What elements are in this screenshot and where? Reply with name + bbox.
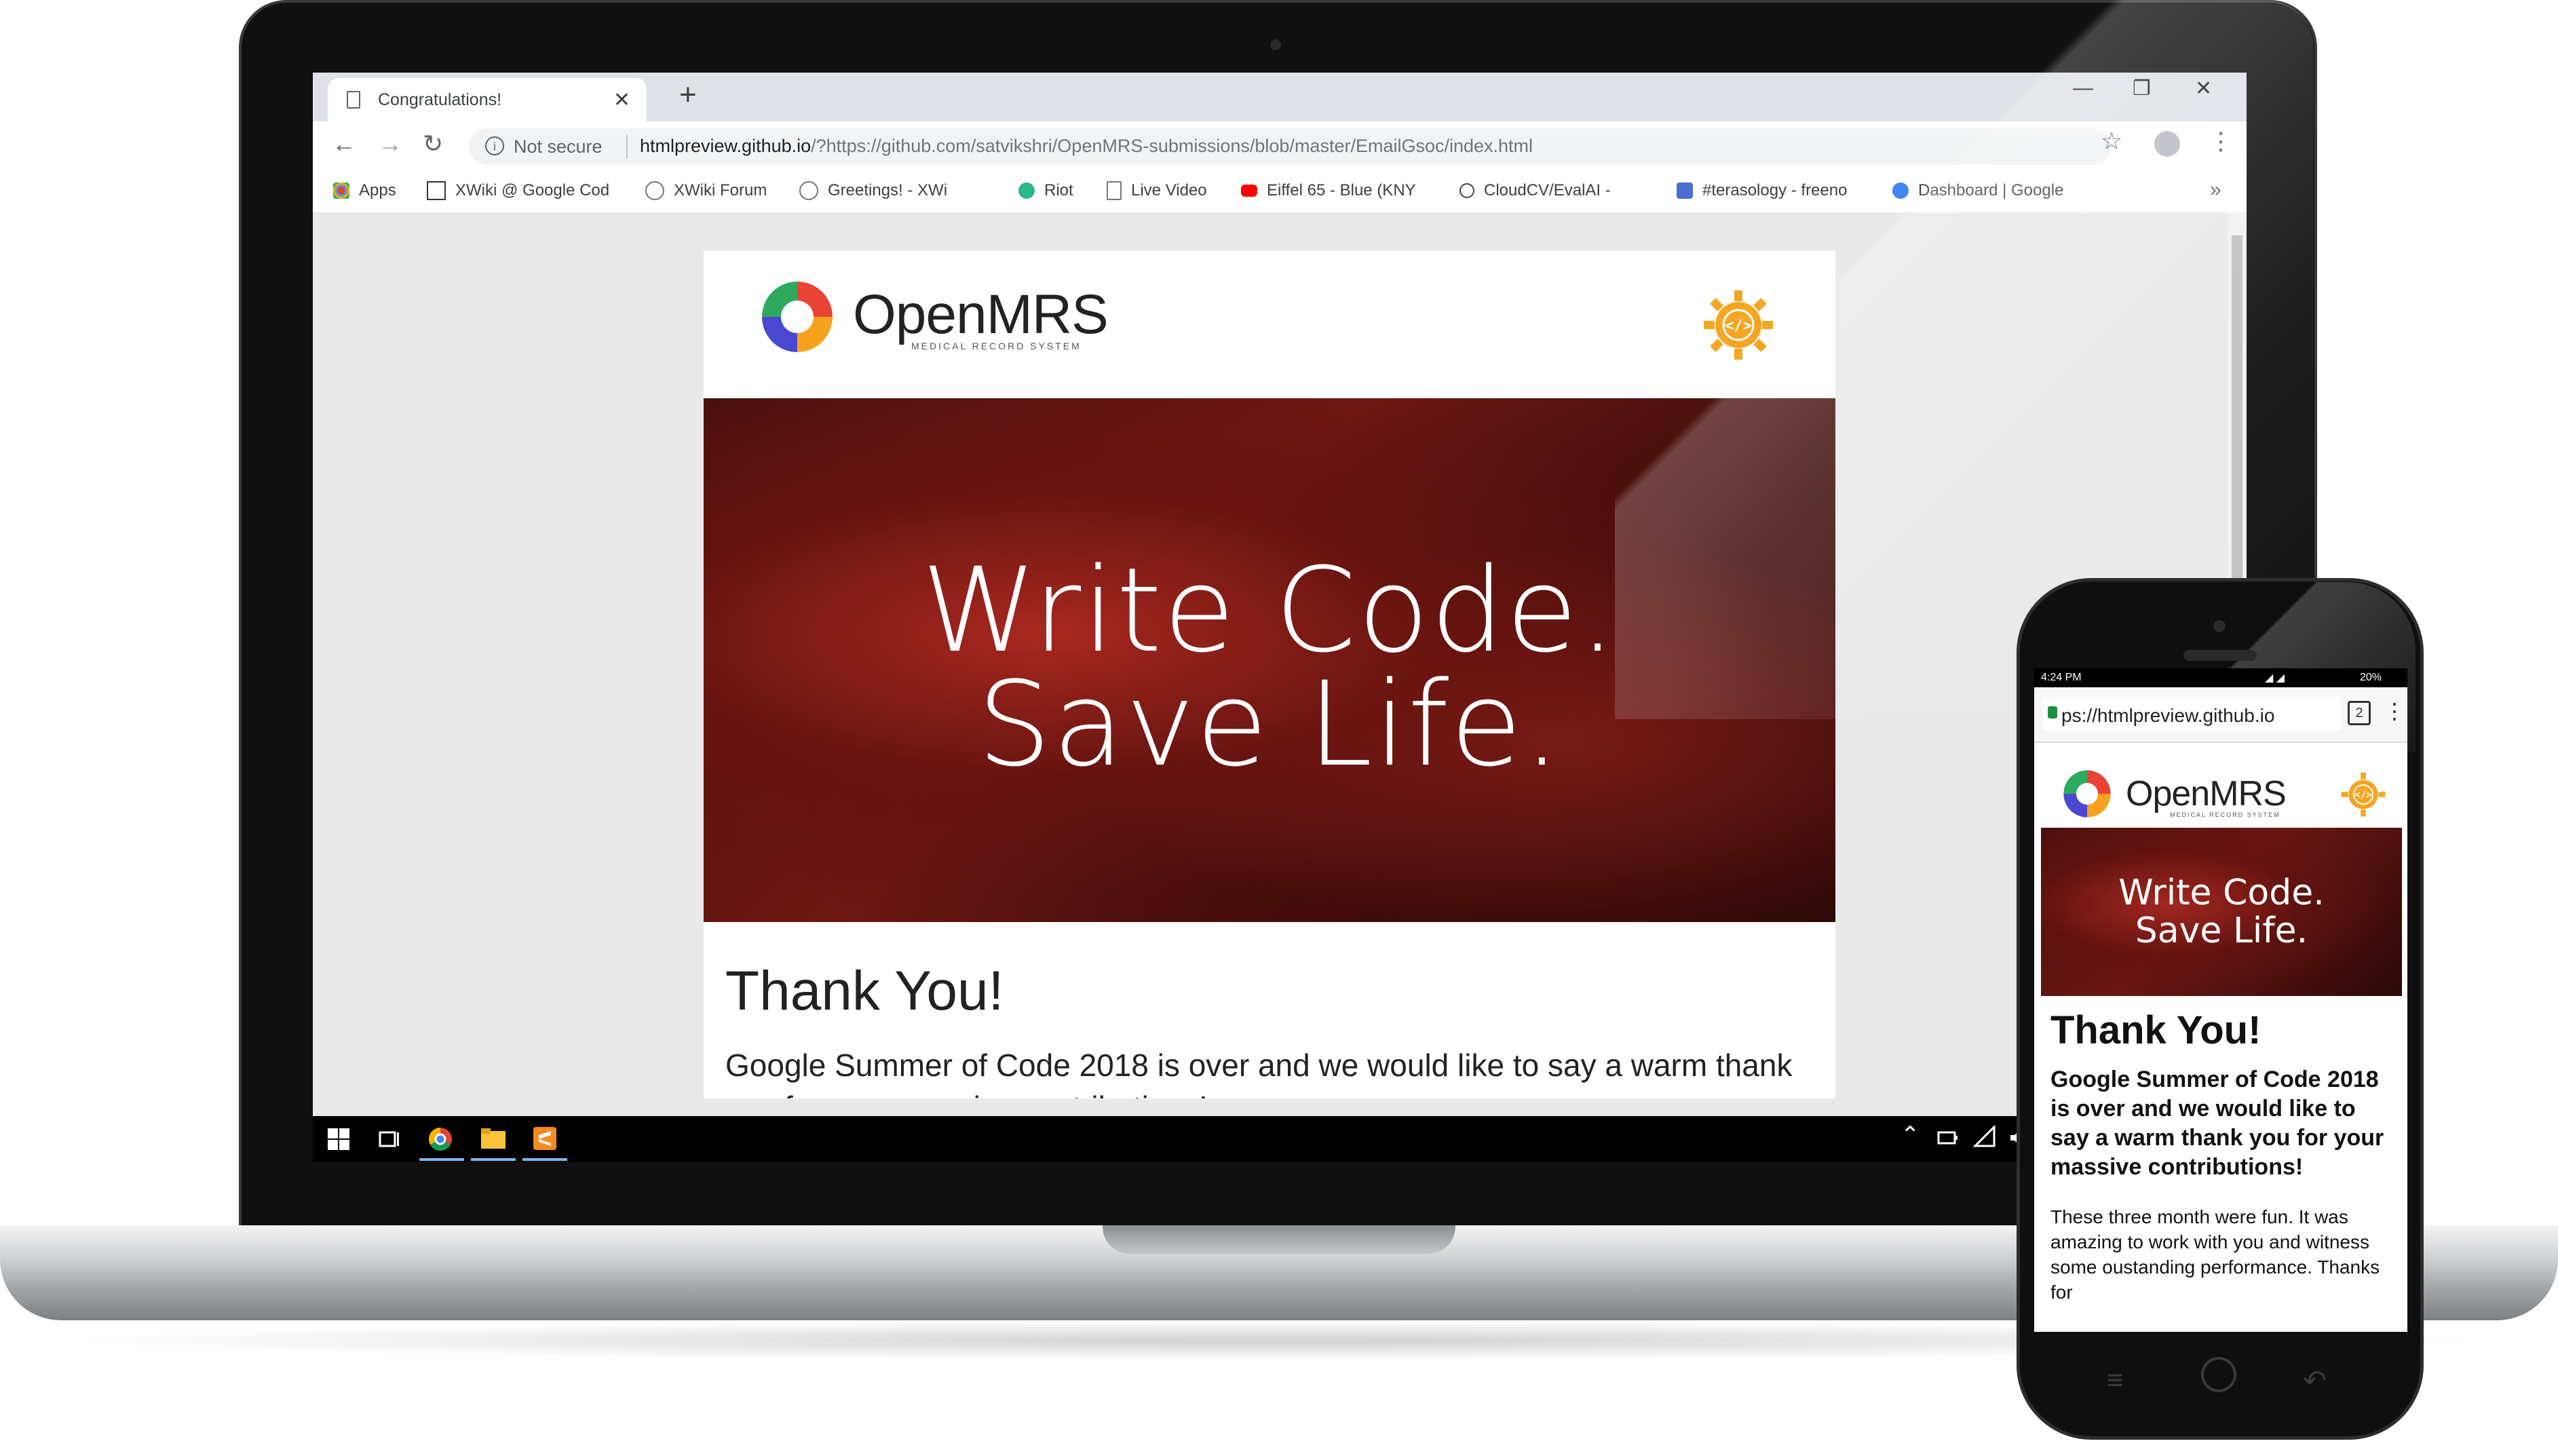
phone-signal-icon: ◢ ◢	[2265, 672, 2285, 684]
taskbar: ⌃	[313, 1116, 2247, 1162]
phone-email-lead: Google Summer of Code 2018 is over and w…	[2050, 1067, 2384, 1180]
xwiki-icon	[427, 181, 446, 200]
sublime-text-icon[interactable]	[533, 1127, 556, 1150]
url-path: /?https://github.com/satvikshri/OpenMRS-…	[811, 136, 1533, 156]
hero-banner: Write Code. Save Life.	[704, 398, 1835, 922]
close-tab-icon[interactable]: ✕	[613, 88, 630, 112]
phone-menu-icon[interactable]: ⋮	[2384, 698, 2405, 724]
bookmark-star-icon[interactable]: ☆	[2101, 127, 2122, 155]
email-heading: Thank You!	[725, 960, 1004, 1022]
security-label: Not secure	[514, 136, 603, 157]
task-view-icon[interactable]	[378, 1128, 401, 1150]
url-text[interactable]: htmlpreview.github.io/?https://github.co…	[640, 136, 1533, 157]
phone-gsoc-sun-icon: </>	[2341, 772, 2386, 817]
phone-hero-line-2: Save Life.	[2135, 911, 2308, 951]
reload-button[interactable]: ↻	[423, 130, 443, 158]
phone-url: ps://htmlpreview.github.io	[2061, 705, 2275, 726]
chrome-taskbar-icon[interactable]	[428, 1127, 453, 1151]
bookmarks-bar: Apps XWiki @ Google Cod XWiki Forum Gree…	[313, 172, 2247, 213]
laptop-camera	[1270, 39, 1281, 50]
bookmark-evalai[interactable]: CloudCV/EvalAI -	[1459, 181, 1611, 200]
address-bar[interactable]: i Not secure htmlpreview.github.io/?http…	[469, 128, 2111, 165]
phone-brand-name: OpenMRS	[2126, 774, 2287, 813]
phone-address-field[interactable]: ps://htmlpreview.github.io	[2042, 697, 2341, 731]
close-window-button[interactable]: ✕	[2195, 77, 2212, 100]
brand-subtitle: MEDICAL RECORD SYSTEM	[911, 341, 1082, 351]
phone-brand-subtitle: MEDICAL RECORD SYSTEM	[2170, 811, 2280, 818]
phone-back-nav-icon[interactable]: ↶	[2303, 1364, 2327, 1397]
profile-avatar[interactable]	[2154, 131, 2180, 157]
gear-icon	[1892, 183, 1909, 199]
gsoc-sun-icon: </>	[1704, 290, 1773, 360]
maximize-button[interactable]: ❐	[2133, 77, 2151, 100]
riot-icon	[1018, 183, 1035, 199]
bookmarks-overflow-button[interactable]: »	[2210, 178, 2221, 202]
github-icon	[1459, 183, 1474, 198]
phone-openmrs-logo-icon	[2063, 770, 2111, 818]
page-icon	[1107, 181, 1122, 200]
bookmark-dashboard-google[interactable]: Dashboard | Google	[1892, 181, 2063, 200]
openmrs-logo-icon	[762, 282, 833, 352]
page-icon	[347, 91, 360, 109]
forum-icon	[645, 181, 664, 200]
lock-icon	[2048, 706, 2057, 719]
bookmark-xwiki-forum[interactable]: XWiki Forum	[645, 181, 767, 200]
phone-email-card: OpenMRS MEDICAL RECORD SYSTEM </> Write …	[2041, 753, 2402, 1332]
phone-time: 4:24 PM	[2041, 672, 2082, 683]
irc-icon	[1677, 183, 1693, 199]
bookmark-greetings[interactable]: Greetings! - XWi	[799, 181, 947, 200]
brand-name: OpenMRS	[853, 284, 1109, 345]
youtube-icon	[1241, 185, 1257, 197]
url-host: htmlpreview.github.io	[640, 136, 812, 156]
phone-camera	[2213, 620, 2226, 632]
new-tab-button[interactable]: +	[679, 78, 697, 112]
phone-email-body: These three month were fun. It was amazi…	[2050, 1206, 2380, 1303]
windows-start-icon[interactable]	[328, 1128, 349, 1150]
forward-button[interactable]: →	[378, 130, 402, 158]
info-icon[interactable]: i	[485, 136, 504, 155]
tab-strip: Congratulations! ✕ + — ❐ ✕	[313, 73, 2247, 121]
explorer-indicator	[471, 1158, 516, 1161]
apps-grid-icon	[333, 183, 349, 199]
hero-line-2: Save Life.	[977, 656, 1562, 792]
bookmark-eiffel65[interactable]: Eiffel 65 - Blue (KNY	[1241, 181, 1416, 200]
phone-hero-line-1: Write Code.	[2118, 873, 2325, 913]
phone-speaker	[2183, 650, 2257, 661]
svg-text:</>: </>	[2354, 790, 2371, 801]
email-card: OpenMRS MEDICAL RECORD SYSTEM </> Write …	[704, 250, 1835, 1098]
bookmark-terasology[interactable]: #terasology - freeno	[1677, 181, 1847, 200]
bookmark-apps[interactable]: Apps	[333, 181, 396, 200]
bookmark-riot[interactable]: Riot	[1018, 181, 1073, 200]
phone-email-heading: Thank You!	[2050, 1008, 2261, 1052]
phone-home-button[interactable]	[2201, 1357, 2236, 1392]
browser-toolbar: ← → ↻ i Not secure htmlpreview.github.io…	[313, 121, 2247, 172]
email-body: Google Summer of Code 2018 is over and w…	[725, 1048, 1793, 1098]
bookmark-live-video[interactable]: Live Video	[1107, 181, 1207, 200]
sublime-indicator	[522, 1158, 567, 1161]
phone-screen: 4:24 PM ◢ ◢ 20% ps://htmlpreview.github.…	[2034, 668, 2407, 1332]
email-header: OpenMRS MEDICAL RECORD SYSTEM </>	[704, 250, 1835, 398]
minimize-button[interactable]: —	[2073, 77, 2093, 100]
file-explorer-icon[interactable]	[481, 1128, 505, 1149]
bookmark-xwiki-gsoc[interactable]: XWiki @ Google Cod	[427, 181, 609, 200]
phone-menu-nav-icon[interactable]: ≡	[2107, 1364, 2124, 1396]
active-app-indicator	[419, 1158, 464, 1161]
svg-text:</>: </>	[1725, 318, 1752, 334]
back-button[interactable]: ←	[332, 130, 356, 158]
laptop-screen: Congratulations! ✕ + — ❐ ✕ ← → ↻ i Not s…	[313, 73, 2247, 1162]
phone-status-bar: 4:24 PM ◢ ◢ 20%	[2034, 668, 2407, 687]
laptop-hinge-notch	[1103, 1225, 1455, 1254]
tray-chevron-up-icon[interactable]: ⌃	[1901, 1122, 1920, 1149]
phone-hero-banner: Write Code. Save Life.	[2041, 828, 2402, 996]
browser-tab[interactable]: Congratulations! ✕	[328, 78, 647, 121]
battery-icon[interactable]	[1934, 1128, 1959, 1147]
phone-url-bar: ps://htmlpreview.github.io 2 ⋮	[2034, 687, 2407, 743]
cat-icon	[799, 181, 818, 200]
phone-battery: 20%	[2360, 672, 2382, 683]
wifi-icon[interactable]	[1972, 1126, 1997, 1150]
phone-tabs-button[interactable]: 2	[2348, 701, 2371, 725]
address-separator	[626, 135, 628, 158]
browser-menu-icon[interactable]: ⋮	[2209, 127, 2233, 155]
tab-title: Congratulations!	[378, 90, 502, 109]
